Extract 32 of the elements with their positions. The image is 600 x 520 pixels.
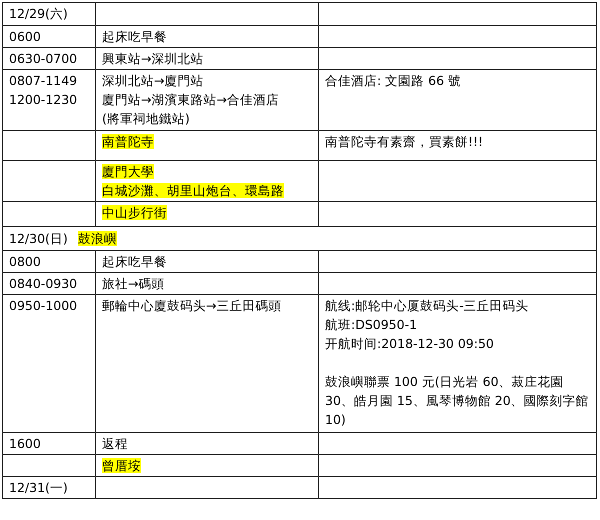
time-text: 0950-1000 [9, 297, 78, 315]
time-text: 1600 [9, 435, 42, 453]
activity-text: 深圳北站→廈門站 [102, 73, 204, 88]
note-text: 开航时间:2018-12-30 09:50 [325, 335, 495, 353]
activity-text: 南普陀寺 [102, 134, 154, 149]
activity-text: 郵輪中心廈鼓码头→三丘田碼頭 [102, 298, 282, 313]
activity-text: (將軍祠地鐵站) [102, 111, 190, 126]
note-text: 合佳酒店: 文園路 66 號 [325, 72, 462, 90]
activity-text: 興東站→深圳北站 [102, 51, 204, 66]
time-text: 12/31(一) [9, 479, 69, 497]
activity-text: 曾厝垵 [102, 458, 141, 473]
note-text: 鼓浪嶼聯票 100 元(日光岩 60、菽庄花園 30、皓月園 15、風琴博物館 20、國際刻字館 10) [325, 373, 590, 429]
time-text: 0840-0930 [9, 275, 78, 293]
time-text: 1200-1230 [9, 91, 78, 109]
note-text: 南普陀寺有素齋，買素餅!!! [325, 133, 484, 151]
day-date: 12/30(日) [9, 231, 68, 246]
day-place: 鼓浪嶼 [78, 231, 117, 246]
activity-text: 返程 [102, 436, 128, 451]
activity-text: 旅社→碼頭 [102, 276, 164, 291]
time-text: 0807-1149 [9, 72, 78, 90]
time-text: 0800 [9, 253, 42, 271]
time-text: 0630-0700 [9, 50, 78, 68]
activity-text: 廈門站→湖濱東路站→合佳酒店 [102, 92, 279, 107]
activity-text: 廈門大學 [102, 164, 154, 179]
activity-text: 起床吃早餐 [102, 254, 167, 269]
note-text: 航线:邮轮中心厦鼓码头-三丘田码头 [325, 297, 530, 315]
activity-text: 白城沙灘、胡里山炮台、環島路 [102, 183, 284, 198]
time-text: 0600 [9, 28, 42, 46]
activity-text: 起床吃早餐 [102, 29, 167, 44]
activity-text: 中山步行街 [102, 205, 167, 220]
note-text: 航班:DS0950-1 [325, 316, 418, 334]
time-text: 12/29(六) [9, 5, 69, 23]
